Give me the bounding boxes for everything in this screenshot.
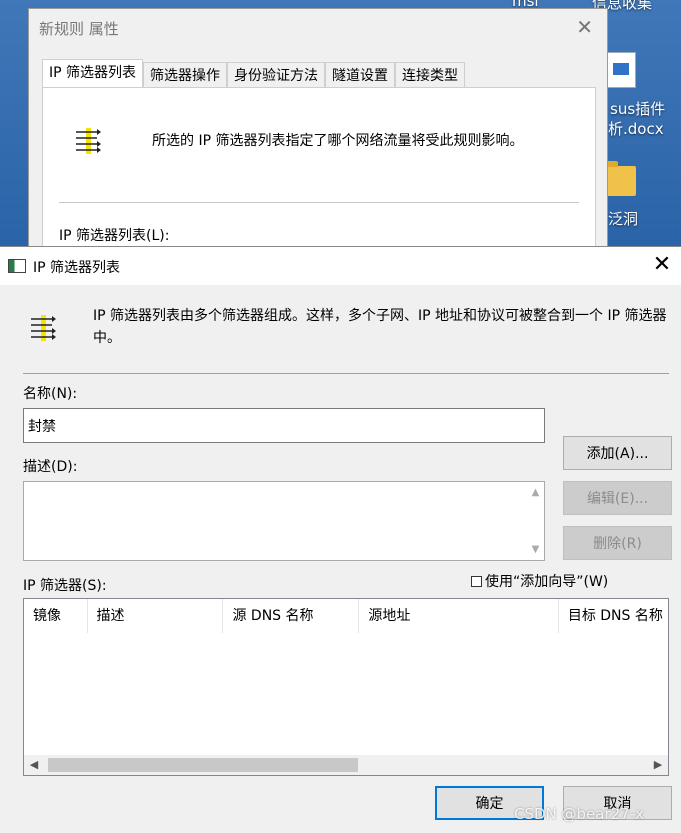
- name-label: 名称(N):: [23, 386, 78, 402]
- scrollbar-thumb[interactable]: [48, 758, 358, 772]
- ip-filters-list[interactable]: 镜像 描述 源 DNS 名称 源地址 目标 DNS 名称 ◀ ▶: [23, 598, 669, 776]
- folder-icon[interactable]: [606, 161, 636, 196]
- tab-connection-type[interactable]: 连接类型: [395, 62, 466, 90]
- rule-properties-window: 新规则 属性 ✕ IP 筛选器列表 筛选器操作 身份验证方法 隧道设置 连接类型…: [28, 8, 608, 257]
- use-wizard-label: 使用“添加向导”(W): [485, 574, 609, 590]
- watermark: CSDN @bear27-x: [514, 805, 645, 823]
- close-icon[interactable]: ✕: [647, 251, 677, 281]
- window-icon: [8, 259, 26, 273]
- column-header-source-address[interactable]: 源地址: [359, 599, 559, 633]
- ip-filters-label: IP 筛选器(S):: [23, 578, 107, 594]
- dialog-title: IP 筛选器列表: [33, 260, 121, 276]
- list-header: 镜像 描述 源 DNS 名称 源地址 目标 DNS 名称: [24, 599, 668, 633]
- tab-filter-action[interactable]: 筛选器操作: [143, 62, 228, 90]
- column-header-source-dns[interactable]: 源 DNS 名称: [223, 599, 360, 633]
- column-header-description[interactable]: 描述: [88, 599, 224, 633]
- tab-bar: IP 筛选器列表 筛选器操作 身份验证方法 隧道设置 连接类型: [42, 59, 466, 90]
- filter-list-icon: [31, 315, 56, 341]
- title-bar: IP 筛选器列表 ✕: [0, 247, 681, 285]
- desktop-label-vuln: 泛洞: [608, 210, 639, 228]
- desktop-label-docx: 析.docx: [608, 120, 664, 138]
- name-input[interactable]: [23, 408, 545, 443]
- description-label: 描述(D):: [23, 459, 78, 475]
- scroll-down-icon[interactable]: ▼: [527, 541, 544, 558]
- ip-filter-list-dialog: IP 筛选器列表 ✕ IP 筛选器列表由多个筛选器组成。这样，多个子网、IP 地…: [0, 246, 681, 833]
- tab-ip-filter-list[interactable]: IP 筛选器列表: [42, 59, 144, 90]
- filter-list-icon: [76, 128, 101, 154]
- scroll-left-icon[interactable]: ◀: [24, 755, 44, 775]
- tab-tunnel-settings[interactable]: 隧道设置: [325, 62, 396, 90]
- tab-authentication[interactable]: 身份验证方法: [227, 62, 326, 90]
- desktop-label-plugin: sus插件: [610, 100, 666, 118]
- edit-button[interactable]: 编辑(E)...: [563, 481, 672, 515]
- remove-button[interactable]: 删除(R): [563, 526, 672, 560]
- intro-text: IP 筛选器列表由多个筛选器组成。这样，多个子网、IP 地址和协议可被整合到一个…: [93, 308, 667, 346]
- window-title: 新规则 属性: [39, 20, 119, 38]
- use-wizard-checkbox[interactable]: 使用“添加向导”(W): [471, 571, 608, 591]
- tab-description: 所选的 IP 筛选器列表指定了哪个网络流量将受此规则影响。: [152, 133, 524, 149]
- description-textarea[interactable]: ▲ ▼: [23, 481, 545, 561]
- divider: [23, 373, 669, 374]
- column-header-destination-dns[interactable]: 目标 DNS 名称: [559, 599, 668, 633]
- tab-panel: 所选的 IP 筛选器列表指定了哪个网络流量将受此规则影响。 IP 筛选器列表(L…: [42, 87, 596, 257]
- scroll-right-icon[interactable]: ▶: [648, 755, 668, 775]
- add-button[interactable]: 添加(A)...: [563, 436, 672, 470]
- close-icon[interactable]: ✕: [576, 15, 593, 39]
- checkbox-box[interactable]: [471, 576, 482, 587]
- column-header-mirror[interactable]: 镜像: [24, 599, 88, 633]
- description-scrollbar[interactable]: ▲ ▼: [527, 482, 544, 560]
- divider: [59, 202, 579, 203]
- horizontal-scrollbar[interactable]: ◀ ▶: [24, 755, 668, 775]
- filter-list-label: IP 筛选器列表(L):: [59, 228, 170, 244]
- scroll-up-icon[interactable]: ▲: [527, 484, 544, 501]
- docx-file-icon[interactable]: [606, 52, 636, 88]
